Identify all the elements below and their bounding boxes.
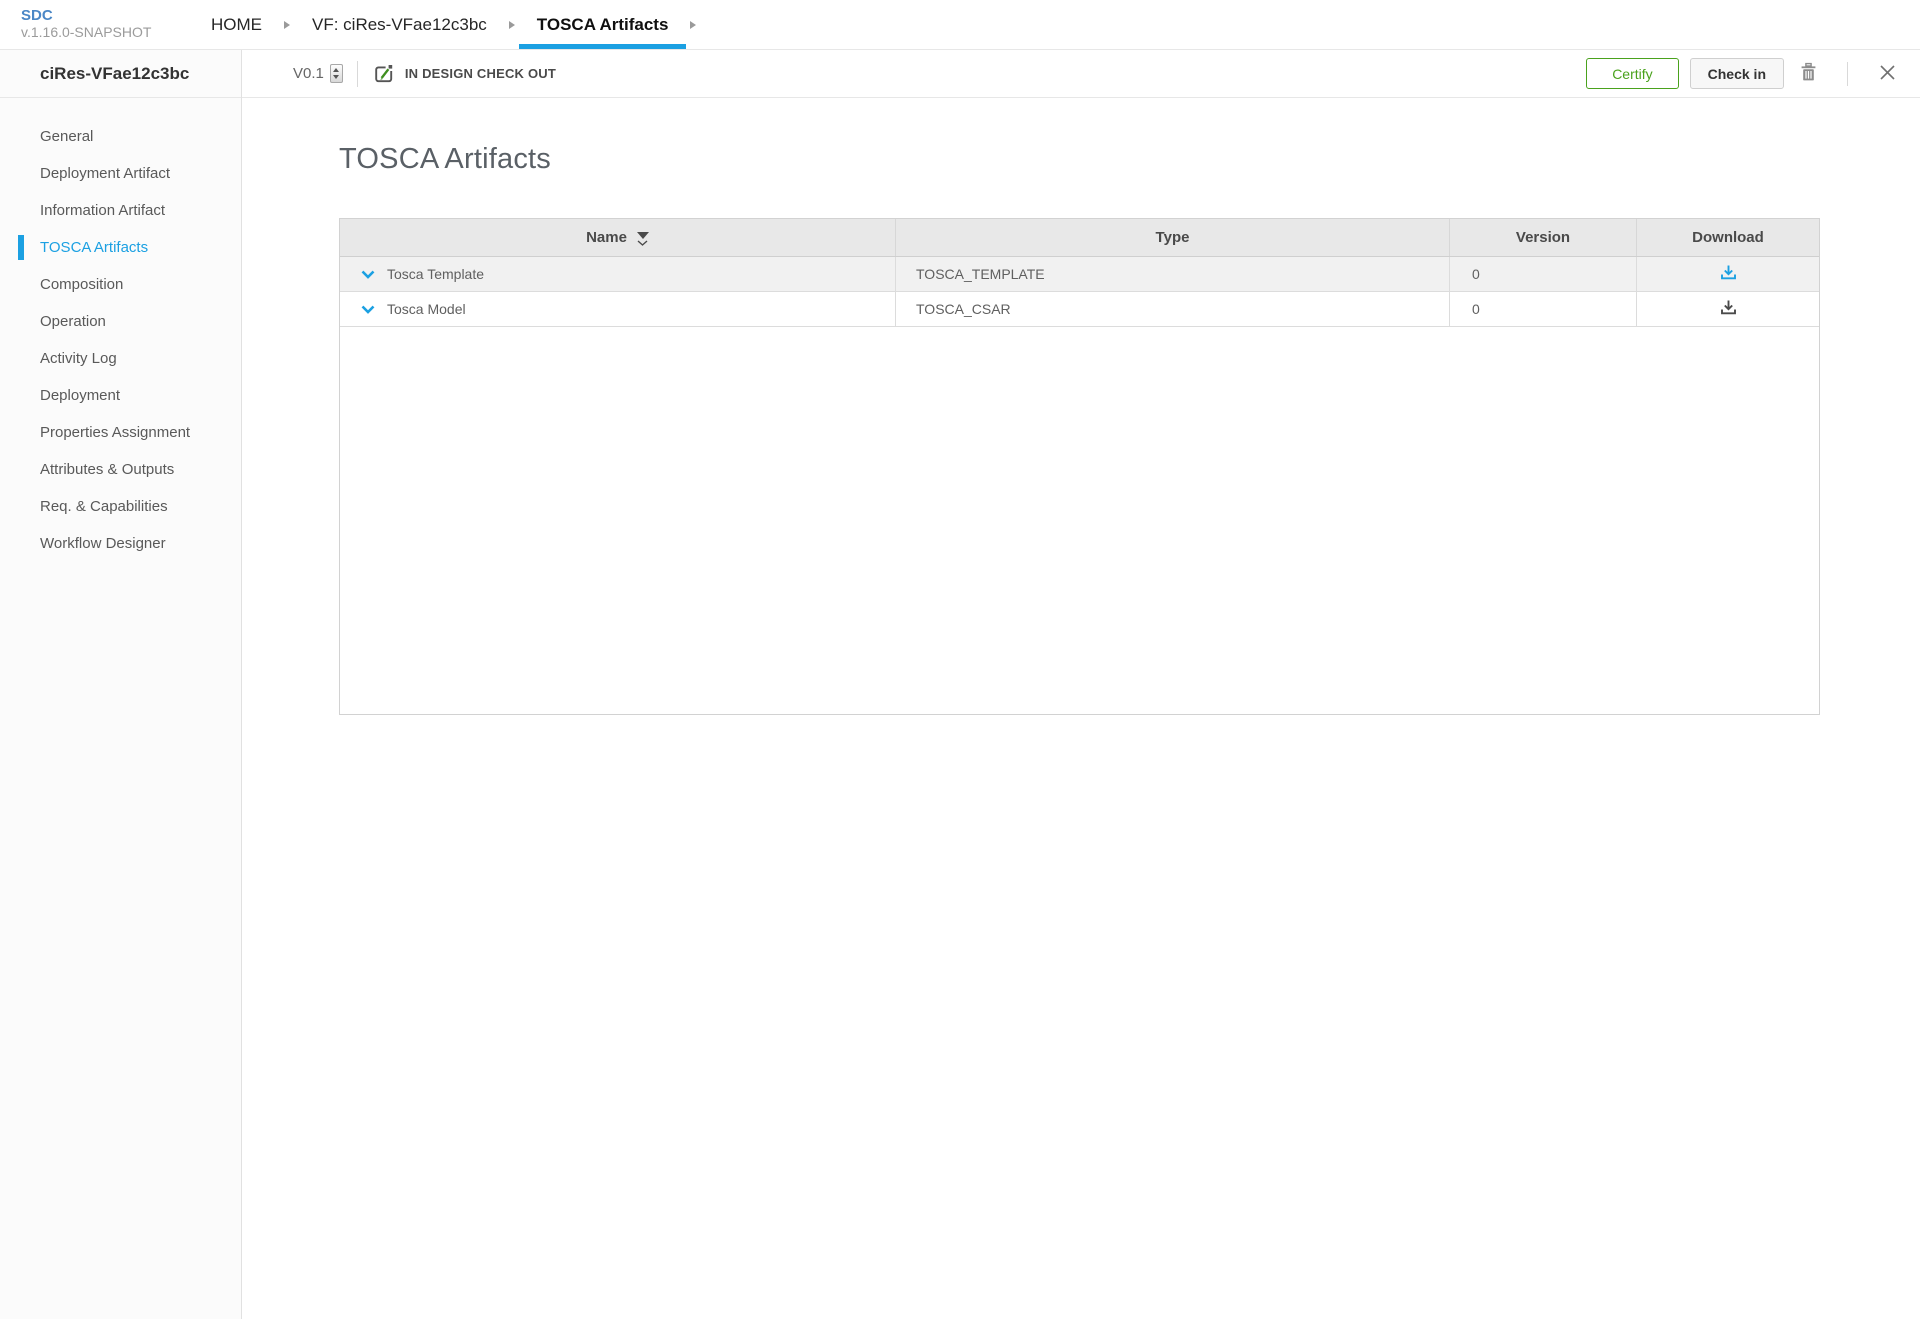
sidebar-item-activity-log[interactable]: Activity Log [0, 340, 241, 377]
lifecycle-state-label: IN DESIGN CHECK OUT [405, 66, 556, 81]
sidebar-item-composition[interactable]: Composition [0, 266, 241, 303]
artifact-download-cell [1637, 292, 1819, 326]
table-row: Tosca Template TOSCA_TEMPLATE 0 [340, 257, 1819, 292]
column-header-download: Download [1637, 219, 1819, 256]
spinner-up-icon [333, 68, 339, 72]
close-button[interactable] [1879, 64, 1896, 84]
sidebar-item-information-artifact[interactable]: Information Artifact [0, 192, 241, 229]
app-logo: SDC v.1.16.0-SNAPSHOT [0, 0, 193, 49]
sidebar-item-operation[interactable]: Operation [0, 303, 241, 340]
artifact-type-cell: TOSCA_TEMPLATE [896, 257, 1450, 291]
expand-row-button[interactable] [361, 302, 375, 317]
artifact-version-cell: 0 [1450, 292, 1637, 326]
sidebar-resource-title: ciRes-VFae12c3bc [0, 50, 241, 98]
delete-button[interactable] [1800, 62, 1817, 85]
artifact-type-cell: TOSCA_CSAR [896, 292, 1450, 326]
artifacts-table: Name Type Version Download [339, 218, 1820, 715]
trash-icon [1800, 62, 1817, 85]
version-value: V0.1 [293, 65, 324, 82]
sidebar-item-req-capabilities[interactable]: Req. & Capabilities [0, 488, 241, 525]
sidebar-item-attributes-outputs[interactable]: Attributes & Outputs [0, 451, 241, 488]
active-indicator-bar [18, 235, 24, 260]
sidebar-item-general[interactable]: General [0, 118, 241, 155]
breadcrumb-separator-icon [284, 0, 290, 49]
breadcrumb-item-tosca-artifacts[interactable]: TOSCA Artifacts [519, 0, 687, 49]
edit-checkout-icon [372, 62, 396, 85]
content-area: V0.1 IN DESIGN CHECK OUT Certify Check i… [242, 50, 1920, 1319]
column-header-type: Type [896, 219, 1450, 256]
download-icon [1720, 299, 1737, 319]
chevron-down-icon [361, 267, 375, 282]
toolbar-actions: Certify Check in [1586, 58, 1896, 89]
download-icon [1720, 264, 1737, 284]
breadcrumb: HOME VF: ciRes-VFae12c3bc TOSCA Artifact… [193, 0, 700, 49]
sidebar-nav: General Deployment Artifact Information … [0, 98, 241, 562]
breadcrumb-item-home[interactable]: HOME [193, 0, 280, 49]
sidebar-item-properties-assignment[interactable]: Properties Assignment [0, 414, 241, 451]
sidebar-item-tosca-artifacts[interactable]: TOSCA Artifacts [0, 229, 241, 266]
sidebar-item-label: TOSCA Artifacts [40, 239, 148, 256]
table-row: Tosca Model TOSCA_CSAR 0 [340, 292, 1819, 327]
breadcrumb-separator-icon [690, 0, 696, 49]
sort-filter-icon [637, 232, 649, 246]
version-toolbar: V0.1 IN DESIGN CHECK OUT Certify Check i… [242, 50, 1920, 98]
version-spinner[interactable] [330, 64, 343, 83]
close-icon [1879, 64, 1896, 84]
artifact-download-cell [1637, 257, 1819, 291]
artifact-name: Tosca Template [387, 266, 484, 282]
artifact-name: Tosca Model [387, 301, 466, 317]
column-header-version: Version [1450, 219, 1637, 256]
sidebar: ciRes-VFae12c3bc General Deployment Arti… [0, 50, 242, 1319]
divider [1847, 62, 1848, 86]
sidebar-item-deployment[interactable]: Deployment [0, 377, 241, 414]
tosca-artifacts-page: TOSCA Artifacts Name Type Version [242, 98, 1920, 1319]
column-header-name[interactable]: Name [340, 219, 896, 256]
sidebar-item-workflow-designer[interactable]: Workflow Designer [0, 525, 241, 562]
artifact-version-cell: 0 [1450, 257, 1637, 291]
app-version: v.1.16.0-SNAPSHOT [21, 24, 193, 41]
workspace: ciRes-VFae12c3bc General Deployment Arti… [0, 50, 1920, 1319]
spinner-down-icon [333, 75, 339, 79]
expand-row-button[interactable] [361, 267, 375, 282]
artifact-name-cell: Tosca Model [340, 292, 896, 326]
sidebar-item-deployment-artifact[interactable]: Deployment Artifact [0, 155, 241, 192]
chevron-down-icon [361, 302, 375, 317]
divider [357, 61, 358, 87]
artifact-name-cell: Tosca Template [340, 257, 896, 291]
page-title: TOSCA Artifacts [339, 143, 1920, 176]
certify-button[interactable]: Certify [1586, 58, 1678, 89]
breadcrumb-item-vf[interactable]: VF: ciRes-VFae12c3bc [294, 0, 505, 49]
download-button[interactable] [1720, 264, 1737, 284]
app-name: SDC [21, 7, 193, 24]
check-in-button[interactable]: Check in [1690, 58, 1784, 89]
download-button[interactable] [1720, 299, 1737, 319]
breadcrumb-separator-icon [509, 0, 515, 49]
top-bar: SDC v.1.16.0-SNAPSHOT HOME VF: ciRes-VFa… [0, 0, 1920, 50]
table-header-row: Name Type Version Download [340, 219, 1819, 257]
